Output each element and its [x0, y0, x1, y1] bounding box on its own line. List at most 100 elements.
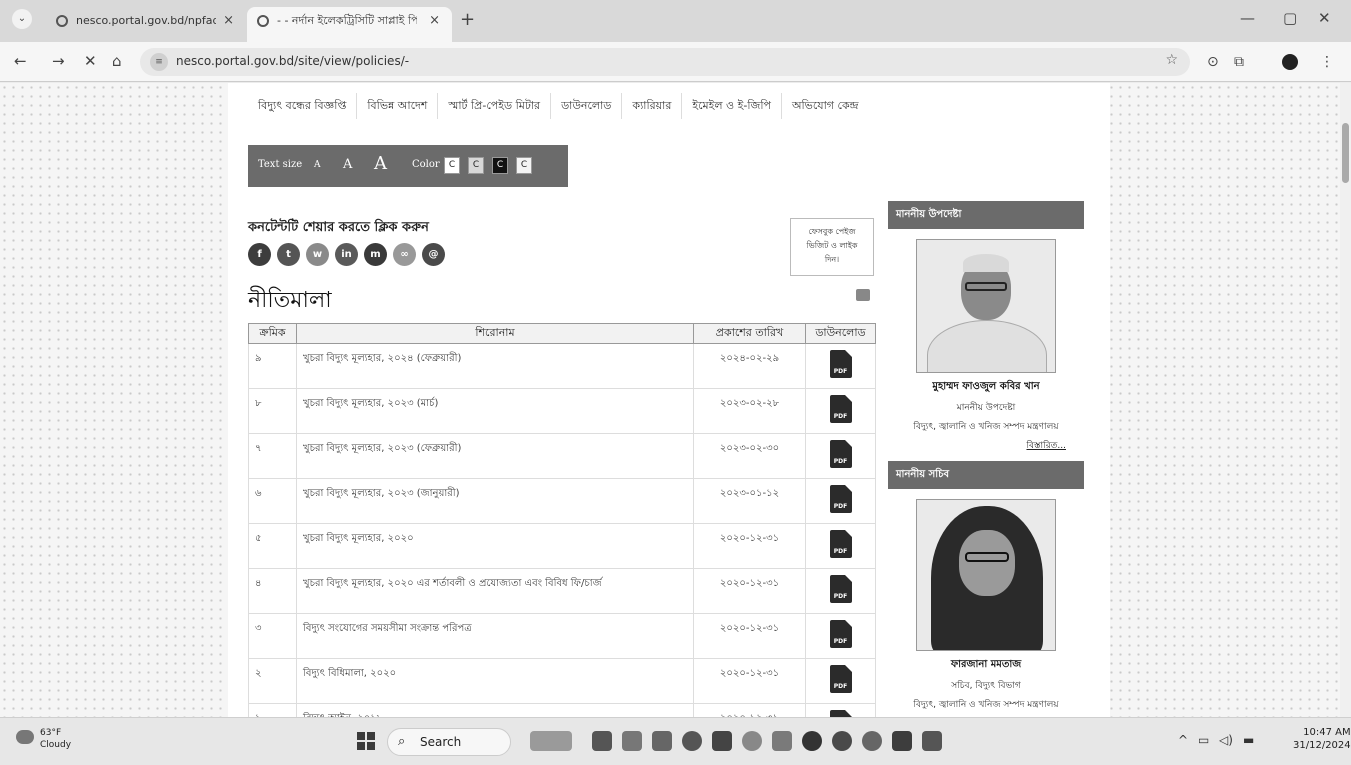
color-light-button[interactable]: C — [516, 157, 532, 174]
folder-app-icon[interactable] — [892, 731, 912, 751]
site-info-icon[interactable]: ≡ — [150, 53, 168, 71]
page-scrollbar[interactable] — [1340, 83, 1351, 717]
taskbar-search[interactable]: ⌕ Search — [387, 728, 511, 756]
menu-kebab-icon[interactable]: ⋮ — [1320, 54, 1334, 70]
header-serial[interactable]: ক্রমিক — [248, 323, 297, 344]
row-title: খুচরা বিদ্যুৎ মূল্যহার, ২০২০ — [296, 523, 694, 569]
network-app-icon[interactable] — [652, 731, 672, 751]
pdf-download-icon[interactable]: PDF — [829, 440, 852, 468]
home-button[interactable]: ⌂ — [112, 52, 122, 70]
whatsapp-app-icon[interactable] — [862, 731, 882, 751]
weather-cloud-icon[interactable] — [16, 730, 34, 744]
pdf-download-icon[interactable]: PDF — [829, 710, 852, 717]
profile-avatar[interactable] — [1282, 54, 1298, 70]
pdf-download-icon[interactable]: PDF — [829, 395, 852, 423]
header-title[interactable]: শিরোনাম — [296, 323, 694, 344]
fb-box-line: দিন। — [824, 255, 840, 264]
text-size-label: Text size — [258, 159, 303, 170]
email-icon[interactable]: @ — [422, 243, 445, 266]
header-date[interactable]: প্রকাশের তারিখ — [693, 323, 806, 344]
stop-button[interactable]: ✕ — [84, 52, 97, 70]
show-hidden-icons[interactable]: ^ — [1178, 733, 1188, 747]
row-date: ২০২৩-০২-৩০ — [693, 433, 806, 479]
file-explorer-icon[interactable] — [592, 731, 612, 751]
app-circle-icon[interactable] — [682, 731, 702, 751]
nav-item[interactable]: বিদ্যুৎ বন্ধের বিজ্ঞপ্তি — [248, 93, 358, 119]
nav-item[interactable]: অভিযোগ কেন্দ্র — [782, 93, 869, 119]
link-icon[interactable]: ∞ — [393, 243, 416, 266]
twitter-icon[interactable]: t — [277, 243, 300, 266]
scrollbar-thumb[interactable] — [1342, 123, 1349, 183]
pdf-download-icon[interactable]: PDF — [829, 530, 852, 558]
task-view-icon[interactable] — [622, 731, 642, 751]
color-gray-button[interactable]: C — [468, 157, 484, 174]
volume-tray-icon[interactable]: ◁) — [1219, 733, 1233, 747]
url-bar[interactable]: ≡ nesco.portal.gov.bd/site/view/policies… — [140, 48, 1190, 76]
row-title: বিদ্যুৎ বিধিমালা, ২০২০ — [296, 658, 694, 704]
nav-item[interactable]: স্মার্ট প্রি-পেইড মিটার — [438, 93, 552, 119]
nav-item[interactable]: ক্যারিয়ার — [622, 93, 683, 119]
tab-close-icon[interactable]: × — [429, 7, 440, 35]
store-app-icon[interactable] — [712, 731, 732, 751]
address-toolbar: ← → ✕ ⌂ ≡ nesco.portal.gov.bd/site/view/… — [0, 42, 1351, 82]
pdf-download-icon[interactable]: PDF — [829, 575, 852, 603]
extension-icon[interactable]: ⊙ — [1207, 54, 1219, 70]
pdf-download-icon[interactable]: PDF — [829, 350, 852, 378]
whatsapp-icon[interactable]: w — [306, 243, 329, 266]
word-app-icon[interactable] — [922, 731, 942, 751]
row-title: খুচরা বিদ্যুৎ মূল্যহার, ২০২০ এর শর্তাবলী… — [296, 568, 694, 614]
pdf-download-icon[interactable]: PDF — [829, 620, 852, 648]
row-serial: ৯ — [248, 343, 297, 389]
battery-tray-icon[interactable]: ▬ — [1243, 733, 1254, 747]
minimize-button[interactable]: — — [1240, 9, 1255, 27]
close-window-button[interactable]: ✕ — [1318, 9, 1331, 27]
secretary-photo[interactable] — [916, 499, 1056, 651]
nav-item[interactable]: ডাউনলোড — [551, 93, 623, 119]
tab-close-icon[interactable]: × — [223, 7, 234, 35]
extensions-puzzle-icon[interactable]: ⧉ — [1234, 54, 1244, 70]
app-dark-circle-icon[interactable] — [802, 731, 822, 751]
advisor-photo[interactable] — [916, 239, 1056, 373]
maximize-button[interactable]: ▢ — [1283, 9, 1297, 27]
tab-search-button[interactable]: ⌄ — [12, 9, 32, 29]
color-black-button[interactable]: C — [492, 157, 508, 174]
system-clock[interactable]: 10:47 AM 31/12/2024 — [1293, 726, 1351, 752]
browser-tab-2-active[interactable]: - - নর্দান ইলেকট্রিসিটি সাপ্লাই পি × — [247, 7, 452, 42]
network-tray-icon[interactable]: ▭ — [1198, 733, 1209, 747]
row-serial: ৮ — [248, 388, 297, 434]
forward-button[interactable]: → — [52, 52, 65, 70]
pdf-download-icon[interactable]: PDF — [829, 665, 852, 693]
table-row: ৭ খুচরা বিদ্যুৎ মূল্যহার, ২০২৩ (ফেব্রুয়া… — [248, 433, 876, 479]
secretary-heading: মাননীয় সচিব — [888, 461, 1084, 489]
nav-item[interactable]: বিভিন্ন আদেশ — [357, 93, 439, 119]
row-download: PDF — [805, 568, 876, 614]
bookmark-star-icon[interactable]: ☆ — [1165, 52, 1178, 68]
advisor-role: মাননীয় উপদেষ্টা — [956, 403, 1016, 413]
row-serial: ৩ — [248, 613, 297, 659]
page-title: নীতিমালা — [248, 288, 332, 313]
weather-widget[interactable]: 63°F Cloudy — [40, 727, 71, 751]
nav-item[interactable]: ইমেইল ও ই-জিপি — [682, 93, 782, 119]
new-tab-button[interactable]: + — [460, 9, 475, 30]
browser-tab-1[interactable]: nesco.portal.gov.bd/npfadmin/ × — [46, 7, 246, 42]
text-size-small-button[interactable]: A — [314, 160, 321, 170]
print-icon[interactable] — [856, 289, 870, 301]
advisor-details-link[interactable]: বিস্তারিত... — [888, 438, 1084, 453]
color-white-button[interactable]: C — [444, 157, 460, 174]
header-download[interactable]: ডাউনলোড — [805, 323, 876, 344]
text-size-medium-button[interactable]: A — [343, 157, 352, 172]
chrome-browser-icon[interactable] — [742, 731, 762, 751]
row-download: PDF — [805, 433, 876, 479]
linkedin-icon[interactable]: in — [335, 243, 358, 266]
facebook-page-box[interactable]: ফেসবুক পেইজ ভিজিট ও লাইক দিন। — [790, 218, 874, 276]
pdf-download-icon[interactable]: PDF — [829, 485, 852, 513]
facebook-icon[interactable]: f — [248, 243, 271, 266]
widgets-app-icon[interactable] — [530, 731, 572, 751]
page-viewport: বিদ্যুৎ বন্ধের বিজ্ঞপ্তি বিভিন্ন আদেশ স্… — [0, 83, 1340, 717]
back-button[interactable]: ← — [14, 52, 27, 70]
app-compass-icon[interactable] — [832, 731, 852, 751]
app-bird-icon[interactable] — [772, 731, 792, 751]
messenger-icon[interactable]: m — [364, 243, 387, 266]
text-size-large-button[interactable]: A — [374, 153, 387, 174]
start-windows-icon[interactable] — [357, 732, 375, 750]
